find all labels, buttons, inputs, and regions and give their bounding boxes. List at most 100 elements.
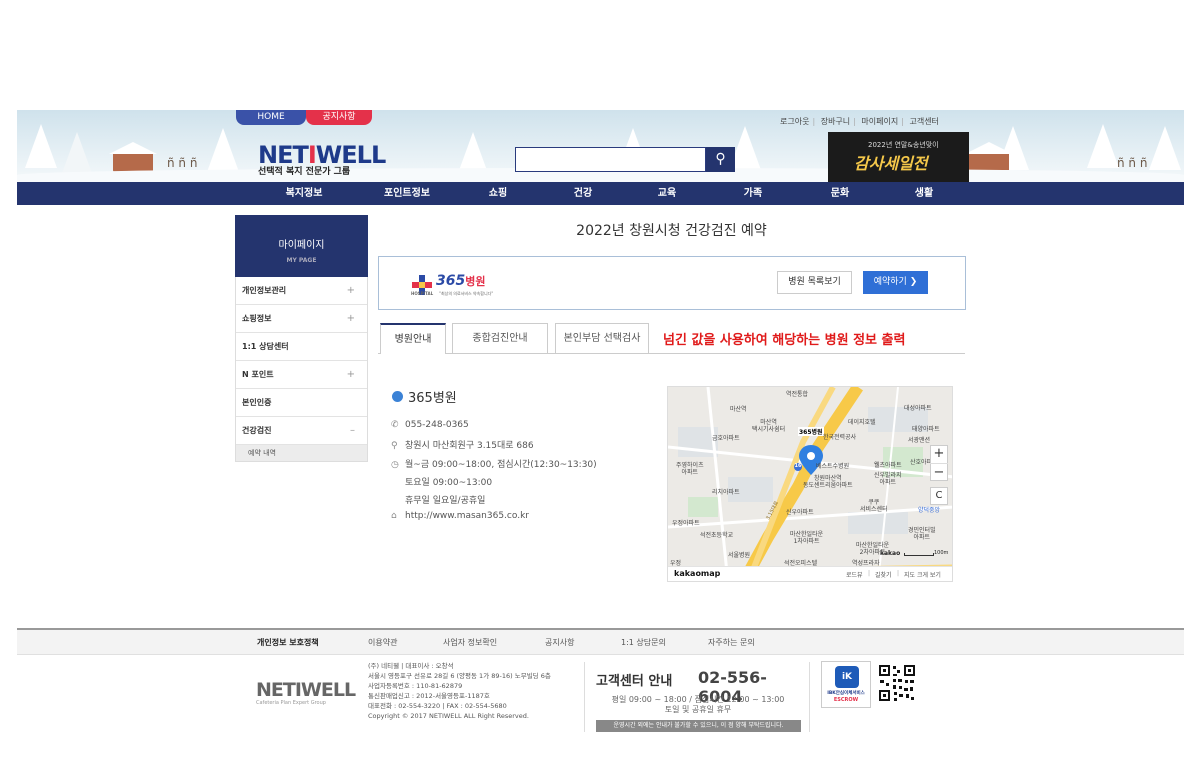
hospital-list-button[interactable]: 병원 목록보기: [777, 271, 852, 294]
sidebar-subtitle: MY PAGE: [286, 257, 317, 264]
sidebar-subitem-reservations[interactable]: 예약 내역: [236, 445, 367, 461]
sidebar-title: 마이페이지: [278, 240, 325, 251]
nav-education[interactable]: 교육: [627, 182, 707, 205]
expand-icon: +: [346, 313, 355, 324]
tab-optional-tests[interactable]: 본인부담 선택검사: [555, 323, 649, 354]
nav-welfare[interactable]: 복지정보: [264, 182, 344, 205]
footer-links-bar: [17, 630, 1184, 655]
sidebar-item-n-point[interactable]: N 포인트 +: [236, 361, 367, 389]
pin-icon: ⚲: [391, 441, 398, 451]
reserve-button[interactable]: 예약하기 ❯: [863, 271, 928, 294]
sidebar-item-verification[interactable]: 본인인증: [236, 389, 367, 417]
kakaomap-logo[interactable]: kakaomap: [674, 569, 720, 578]
map-label-selected: 365병원: [798, 427, 824, 436]
company-info: (주) 네티웰 | 대표이사 : 오창석 서울시 영등포구 선유로 28길 6 …: [368, 661, 551, 721]
map-widget[interactable]: 역전통합 마산역 마산역 택시기사쉼터 365병원 한국전력공사 데이지호텔 대…: [667, 386, 953, 582]
nav-family[interactable]: 가족: [713, 182, 793, 205]
reserve-label: 예약하기: [873, 277, 907, 287]
map-label: 마산한일타운 1차아파트: [790, 531, 824, 545]
hospital-hours-holiday: 휴무일 일요일/공휴일: [405, 496, 486, 506]
home-icon: ⌂: [391, 511, 397, 521]
map-label: 마산역: [730, 406, 747, 413]
website-link[interactable]: http://www.masan365.co.kr: [405, 511, 529, 521]
map-scale-label: 100m: [934, 550, 949, 556]
map-label: 석전초등학교: [700, 532, 734, 539]
nav-shopping[interactable]: 쇼핑: [458, 182, 538, 205]
chevron-right-icon: ❯: [909, 277, 918, 287]
separator: |: [868, 570, 871, 577]
cart-link[interactable]: 장바구니: [821, 117, 850, 126]
nav-points[interactable]: 포인트정보: [367, 182, 447, 205]
terms-link[interactable]: 이용약관: [368, 630, 397, 655]
roadview-link[interactable]: 로드뷰: [846, 570, 863, 579]
sidebar-header: 마이페이지 MY PAGE: [235, 215, 368, 277]
search-input[interactable]: [515, 147, 706, 172]
phone-text: 055-248-0365: [405, 420, 469, 430]
map-label: 주영하이츠 아파트: [676, 462, 704, 476]
tab-hospital-info[interactable]: 병원안내: [380, 323, 446, 354]
sidebar-item-label: 건강검진: [242, 426, 272, 435]
banner-subtitle: 2022년 연말&송년맞이: [868, 141, 939, 149]
logout-link[interactable]: 로그아웃: [780, 117, 809, 126]
map-label: 서광맨션: [908, 437, 931, 444]
banner-title: 감사세일전: [854, 154, 928, 173]
sidebar-menu: 개인정보관리 + 쇼핑정보 + 1:1 상담센터 N 포인트 + 본인인증 건강검진 –…: [235, 277, 368, 462]
sidebar-item-label: 1:1 상담센터: [242, 342, 289, 351]
map-scale-bar: [904, 553, 934, 556]
escrow-label: IBK안심이체서비스: [827, 691, 865, 696]
rotate-button[interactable]: C: [930, 487, 948, 505]
directions-link[interactable]: 길찾기: [875, 570, 892, 579]
hospital-logo-tag: HOSPITAL: [411, 291, 434, 296]
page-title: 2022년 창원시청 건강검진 예약: [576, 223, 767, 239]
map-footer: kakaomap 로드뷰 | 길찾기 | 지도 크게 보기: [668, 566, 952, 581]
faq-link[interactable]: 자주하는 문의: [708, 630, 755, 655]
escrow-logo-icon: iK: [835, 666, 859, 688]
sidebar-item-personal-info[interactable]: 개인정보관리 +: [236, 277, 367, 305]
map-label: 양덕중앙: [918, 507, 941, 514]
sidebar-item-shopping-info[interactable]: 쇼핑정보 +: [236, 305, 367, 333]
sidebar-item-label: N 포인트: [242, 370, 274, 379]
customer-center: 고객센터 안내 02-556-6004 평일 09:00 ~ 18:00 / 점…: [584, 662, 810, 732]
map-label: 금호아파트: [712, 435, 740, 442]
hours-weekday-text: 월~금 09:00~18:00, 점심시간(12:30~13:30): [405, 460, 597, 470]
hospital-website: ⌂ http://www.masan365.co.kr: [391, 511, 529, 521]
map-label: 역전통합: [786, 391, 809, 398]
tab-comprehensive-checkup[interactable]: 종합검진안내: [452, 323, 548, 354]
map-label: 베스트수병원: [816, 463, 850, 470]
notice-tab[interactable]: 공지사항: [306, 110, 372, 125]
map-label: 데이지호텔: [848, 419, 876, 426]
nav-life[interactable]: 생활: [884, 182, 964, 205]
map-label: 마산역 택시기사쉼터: [752, 419, 786, 433]
sale-banner[interactable]: 2022년 연말&송년맞이 감사세일전: [828, 132, 969, 182]
company-line: 서울시 영등포구 선유로 28길 6 (양평동 1가 89-16) 노무빌딩 6…: [368, 672, 551, 680]
cs-holiday: 토일 및 공휴일 휴무: [664, 705, 732, 714]
business-info-link[interactable]: 사업자 정보확인: [443, 630, 497, 655]
sidebar-item-health-checkup[interactable]: 건강검진 –: [236, 417, 367, 445]
privacy-policy-link[interactable]: 개인정보 보호정책: [257, 630, 319, 655]
clock-icon: ◷: [391, 460, 399, 470]
nav-culture[interactable]: 문화: [800, 182, 880, 205]
cs-note: 운영시간 외에는 안내가 불가할 수 있으니, 이 점 양해 부탁드립니다.: [596, 720, 801, 732]
customer-center-link[interactable]: 고객센터: [909, 117, 938, 126]
hospital-hours-sat: 토요일 09:00~13:00: [405, 478, 493, 488]
search-button[interactable]: ⚲: [706, 147, 735, 172]
zoom-out-button[interactable]: −: [930, 463, 948, 481]
escrow-badge[interactable]: iK IBK안심이체서비스 ESCROW: [821, 661, 871, 708]
site-logo[interactable]: NETIWELL 선택적 복지 전문가 그룹: [258, 143, 386, 178]
home-tab[interactable]: HOME: [236, 110, 306, 125]
map-label: 우정아파트: [672, 520, 700, 527]
map-label: 서울병원: [728, 552, 751, 559]
hospital-phone: ✆ 055-248-0365: [391, 420, 469, 430]
annotation-note: 넘긴 값을 사용하여 해당하는 병원 정보 출력: [663, 333, 906, 348]
hospital-name-text: 365병원: [408, 391, 457, 406]
footer-notice-link[interactable]: 공지사항: [545, 630, 574, 655]
nav-health[interactable]: 건강: [543, 182, 623, 205]
consult-link[interactable]: 1:1 상담문의: [621, 630, 666, 655]
zoom-in-button[interactable]: +: [930, 445, 948, 463]
mypage-link[interactable]: 마이페이지: [861, 117, 898, 126]
sidebar-item-consult[interactable]: 1:1 상담센터: [236, 333, 367, 361]
hospital-hours-weekday: ◷ 월~금 09:00~18:00, 점심시간(12:30~13:30): [391, 457, 597, 470]
escrow-sub: ESCROW: [833, 697, 859, 703]
company-line: (주) 네티웰 | 대표이사 : 오창석: [368, 662, 454, 670]
enlarge-map-link[interactable]: 지도 크게 보기: [904, 570, 941, 579]
